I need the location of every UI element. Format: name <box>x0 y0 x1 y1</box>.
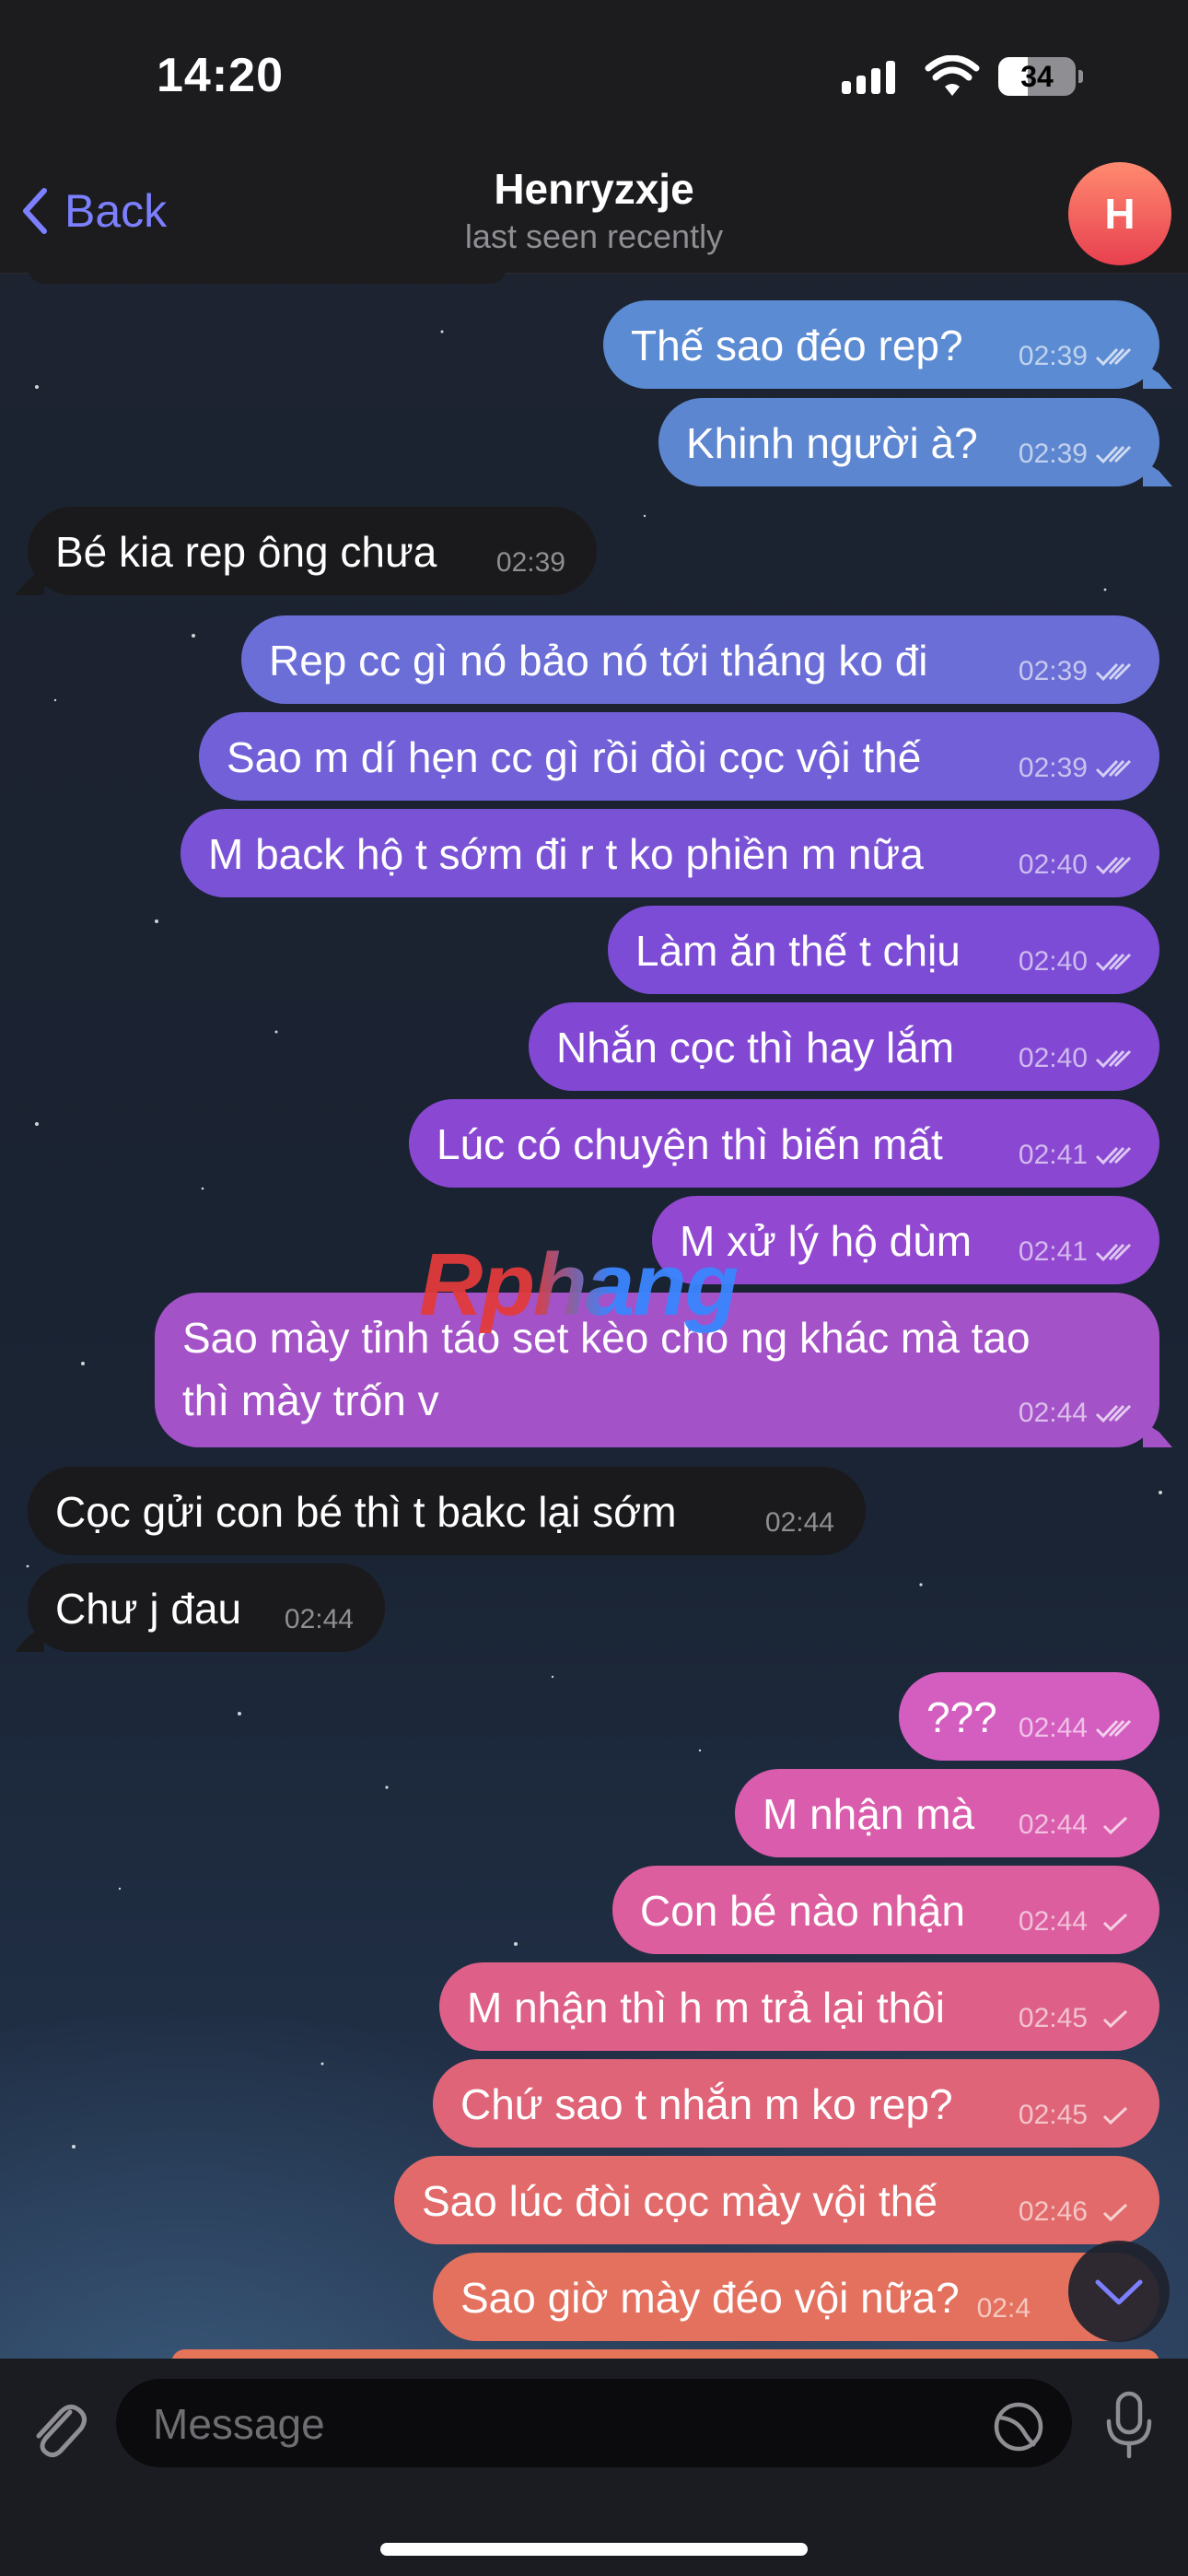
message-bubble[interactable]: M nhận mà 02:44 <box>735 1769 1159 1857</box>
double-check-icon <box>1095 445 1132 464</box>
message-time: 02:44 <box>284 1604 354 1634</box>
message-bubble[interactable]: M back hộ t sớm đi r t ko phiền m nữa 02… <box>181 809 1159 897</box>
message-time: 02:4 <box>976 2293 1031 2324</box>
double-check-icon <box>1095 1243 1132 1262</box>
message-text: ??? <box>926 1693 997 1741</box>
message-bubble[interactable]: M nhận thì h m trả lại thôi 02:45 <box>439 1962 1159 2051</box>
check-icon <box>1102 1913 1128 1932</box>
check-icon <box>1102 2106 1128 2125</box>
message-text: Chứ sao t nhắn m ko rep? <box>460 2080 953 2128</box>
message-bubble[interactable]: Chứ sao t nhắn m ko rep? 02:45 <box>433 2059 1159 2148</box>
wifi-icon <box>925 55 980 96</box>
chevron-down-icon <box>1095 2279 1143 2305</box>
message-text: Sao m dí hẹn cc gì rồi đòi cọc vội thế <box>227 733 922 781</box>
message-bubble[interactable]: Chư j đau 02:44 <box>28 1563 385 1652</box>
message-time: 02:41 <box>1018 1236 1088 1267</box>
message-bubble[interactable]: Sao m dí hẹn cc gì rồi đòi cọc vội thế 0… <box>199 712 1159 801</box>
watermark-logo: Rphang <box>419 1235 739 1334</box>
message-bubble[interactable]: Bé kia rep ông chưa 02:39 <box>28 507 597 595</box>
chat-header: Back Henryzxje last seen recently H <box>0 157 1188 274</box>
message-time: 02:40 <box>1018 946 1088 977</box>
message-text: Khinh người à? <box>686 419 978 467</box>
message-time: 02:40 <box>1018 849 1088 880</box>
message-time: 02:44 <box>1018 1906 1088 1937</box>
message-time: 02:44 <box>764 1507 834 1538</box>
message-bubble[interactable]: ??? 02:44 <box>899 1672 1159 1761</box>
check-icon <box>1102 2009 1128 2029</box>
message-time: 02:39 <box>1018 439 1088 469</box>
message-bubble[interactable]: Thế sao đéo rep? 02:39 <box>603 300 1159 389</box>
partial-message-bubble <box>28 267 507 284</box>
message-bubble[interactable]: Cọc gửi con bé thì t bakc lại sớm 02:44 <box>28 1467 866 1555</box>
message-text: Con bé nào nhận <box>640 1887 965 1935</box>
paperclip-icon[interactable] <box>28 2394 88 2460</box>
double-check-icon <box>1095 1049 1132 1069</box>
scroll-to-bottom-button[interactable] <box>1068 2241 1170 2342</box>
double-check-icon <box>1095 347 1132 367</box>
message-time: 02:44 <box>1018 1809 1088 1840</box>
message-text: M back hộ t sớm đi r t ko phiền m nữa <box>208 830 924 878</box>
check-icon <box>1102 1816 1128 1835</box>
chat-title[interactable]: Henryzxje <box>318 164 870 214</box>
message-bubble[interactable]: Con bé nào nhận 02:44 <box>612 1866 1159 1954</box>
message-time: 02:39 <box>1018 341 1088 371</box>
double-check-icon <box>1095 662 1132 682</box>
message-bubble[interactable]: Làm ăn thế t chịu 02:40 <box>608 906 1159 994</box>
message-text: Thế sao đéo rep? <box>631 322 963 369</box>
message-time: 02:44 <box>1018 1398 1088 1428</box>
battery-icon: 34 <box>998 57 1083 96</box>
check-icon <box>1102 2203 1128 2222</box>
chevron-left-icon <box>23 188 47 234</box>
message-placeholder: Message <box>153 2400 325 2448</box>
double-check-icon <box>1095 759 1132 779</box>
message-text: Nhắn cọc thì hay lắm <box>556 1024 955 1071</box>
message-text: Làm ăn thế t chịu <box>635 927 961 975</box>
message-text: M nhận mà <box>763 1790 975 1838</box>
status-time: 14:20 <box>157 49 284 102</box>
message-time: 02:45 <box>1018 2003 1088 2033</box>
message-text-line2: thì mày trốn v <box>182 1376 439 1424</box>
back-label: Back <box>64 185 168 237</box>
message-text: M nhận thì h m trả lại thôi <box>467 1984 946 2032</box>
message-time: 02:39 <box>495 547 565 578</box>
message-time: 02:39 <box>1018 753 1088 783</box>
avatar[interactable]: H <box>1068 162 1171 265</box>
message-bubble[interactable]: Khinh người à? 02:39 <box>658 398 1159 486</box>
message-bubble[interactable]: Rep cc gì nó bảo nó tới tháng ko đi 02:3… <box>241 615 1159 704</box>
message-bubble[interactable]: Sao lúc đòi cọc mày vội thế 02:46 <box>394 2156 1159 2244</box>
message-text: Sao lúc đòi cọc mày vội thế <box>422 2177 938 2225</box>
message-time: 02:45 <box>1018 2100 1088 2130</box>
home-indicator <box>380 2543 808 2556</box>
cellular-signal-icon <box>842 61 895 94</box>
back-button[interactable]: Back <box>20 179 167 243</box>
message-bubble[interactable]: Sao giờ mày đéo vội nữa? 02:4 <box>433 2253 1159 2341</box>
double-check-icon <box>1095 953 1132 972</box>
sticker-icon[interactable] <box>993 2401 1044 2453</box>
message-text: Chư j đau <box>55 1585 242 1633</box>
double-check-icon <box>1095 1719 1132 1739</box>
message-time: 02:40 <box>1018 1043 1088 1073</box>
message-time: 02:41 <box>1018 1140 1088 1170</box>
message-input[interactable]: Message <box>116 2379 1072 2467</box>
message-time: 02:39 <box>1018 656 1088 686</box>
message-text: Cọc gửi con bé thì t bakc lại sớm <box>55 1488 677 1536</box>
status-bar: 14:20 34 <box>0 0 1188 157</box>
battery-level: 34 <box>1020 60 1054 93</box>
chat-subtitle: last seen recently <box>464 217 724 255</box>
microphone-icon[interactable] <box>1101 2390 1157 2460</box>
message-text: Lúc có chuyện thì biến mất <box>437 1120 943 1168</box>
double-check-icon <box>1095 856 1132 875</box>
double-check-icon <box>1095 1146 1132 1165</box>
message-text: Sao giờ mày đéo vội nữa? <box>460 2274 960 2322</box>
double-check-icon <box>1095 1404 1132 1423</box>
message-bubble[interactable]: Lúc có chuyện thì biến mất 02:41 <box>409 1099 1159 1188</box>
message-time: 02:46 <box>1018 2196 1088 2227</box>
message-time: 02:44 <box>1018 1713 1088 1743</box>
message-bubble[interactable]: Nhắn cọc thì hay lắm 02:40 <box>529 1002 1159 1091</box>
message-text: Bé kia rep ông chưa <box>55 528 437 576</box>
message-text: Rep cc gì nó bảo nó tới tháng ko đi <box>269 637 928 685</box>
